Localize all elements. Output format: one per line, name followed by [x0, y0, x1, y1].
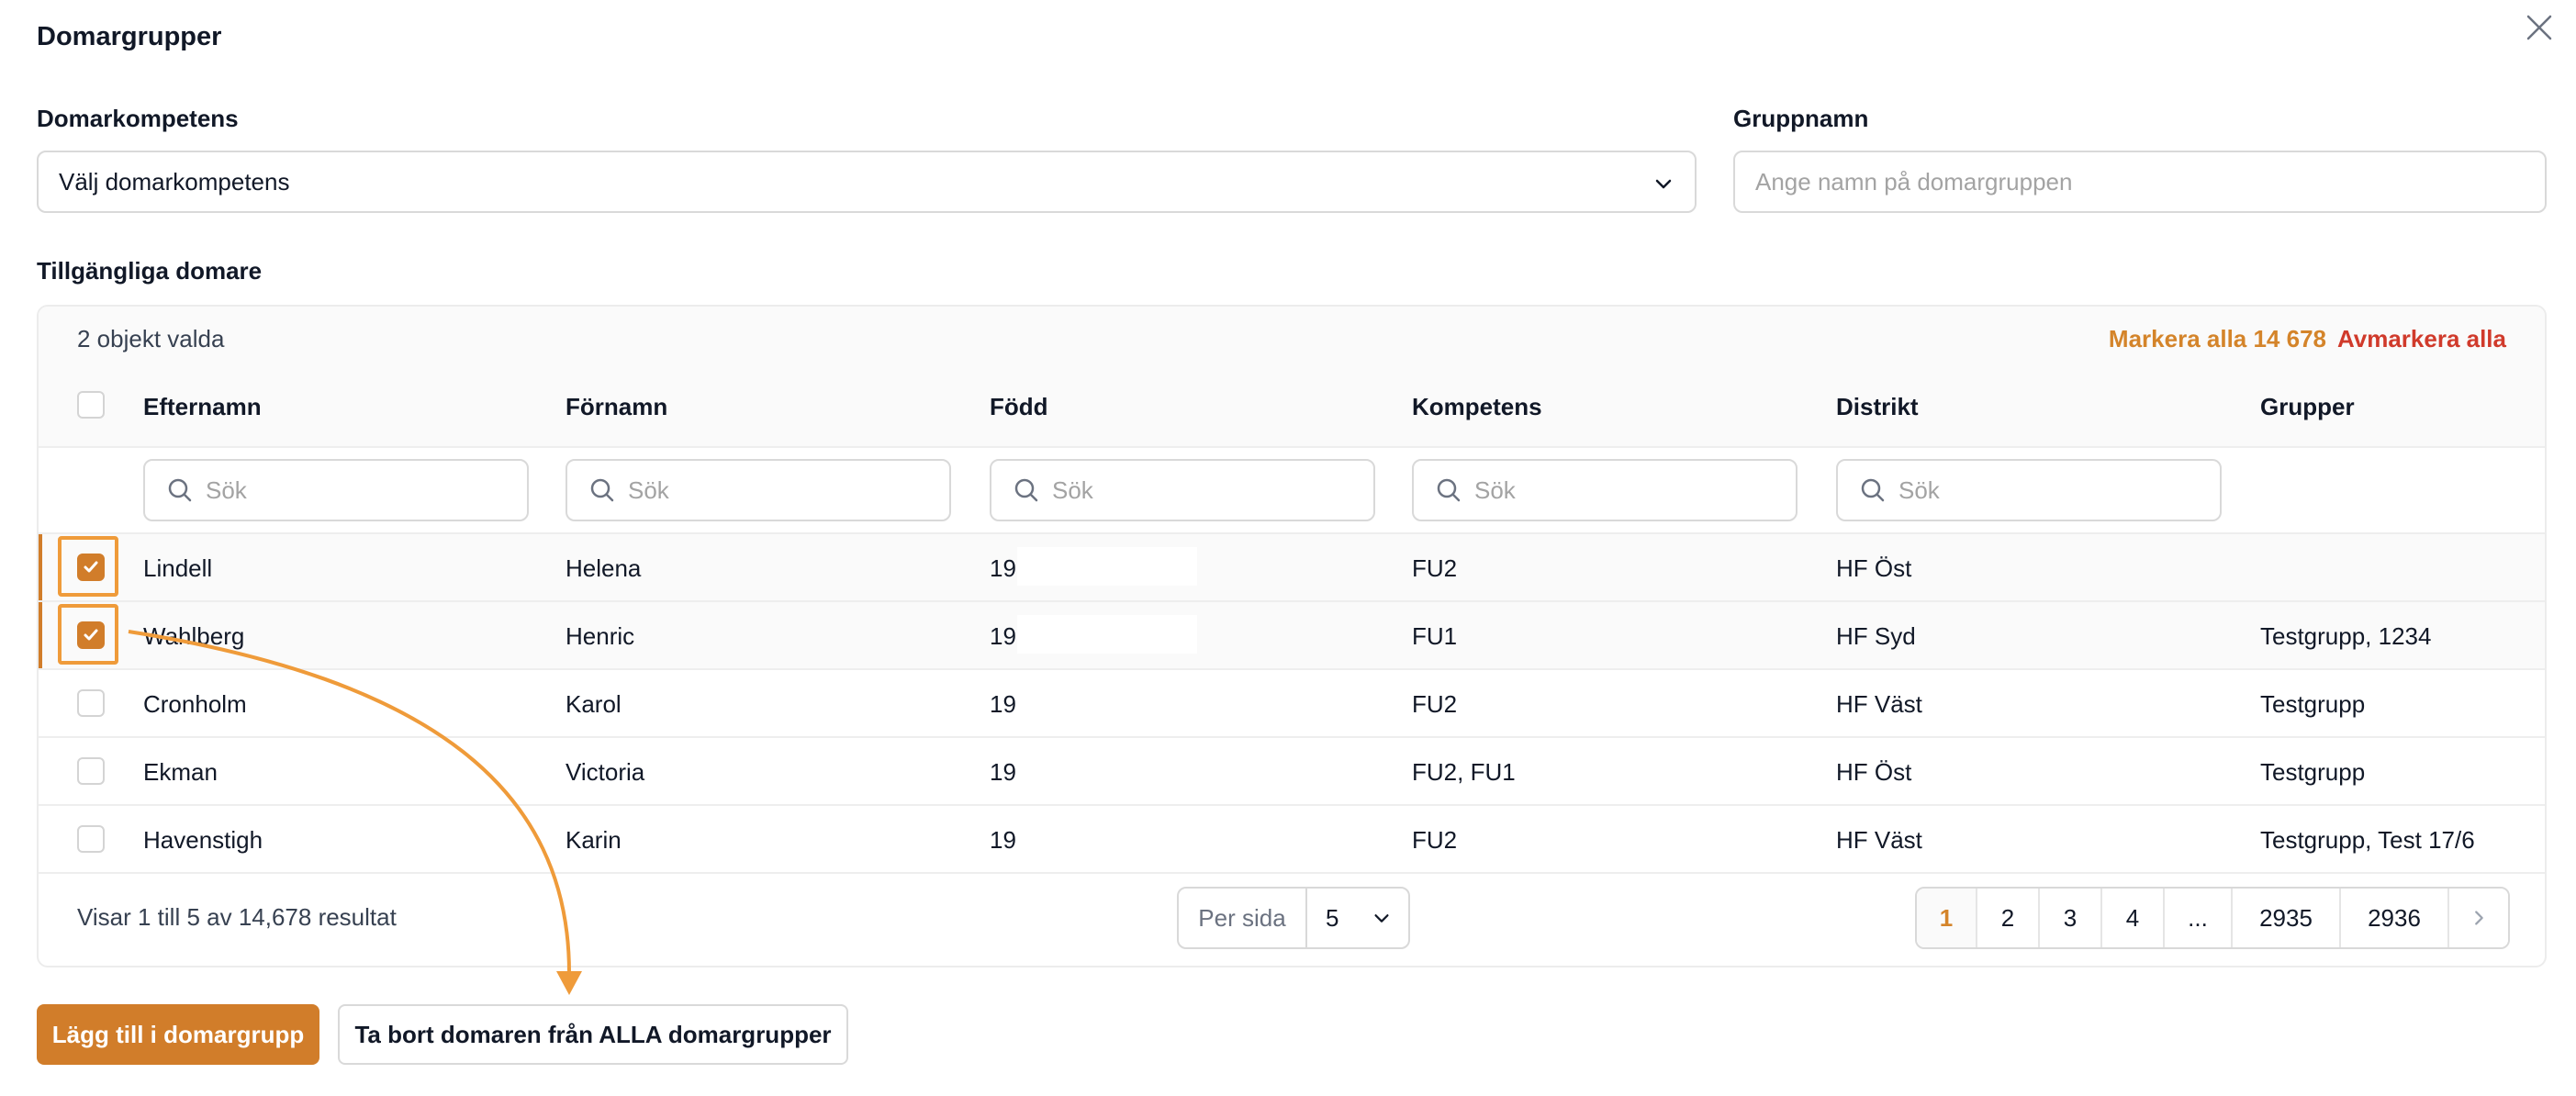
- row-checkbox[interactable]: [77, 689, 105, 717]
- deselect-all-link[interactable]: Avmarkera alla: [2337, 325, 2506, 353]
- header-divider: [39, 446, 2545, 448]
- table-row[interactable]: Wahlberg Henric 19 FU1 HF Syd Testgrupp,…: [39, 602, 2545, 668]
- cell-efternamn: Lindell: [143, 554, 213, 582]
- cell-fodd: 19: [990, 826, 1016, 854]
- cell-fodd: 19: [990, 622, 1016, 650]
- search-efternamn[interactable]: [143, 459, 529, 521]
- column-header-fornamn[interactable]: Förnamn: [566, 393, 667, 421]
- column-header-distrikt[interactable]: Distrikt: [1836, 393, 1919, 421]
- search-icon: [168, 478, 192, 502]
- search-icon: [590, 478, 614, 502]
- search-icon: [1437, 478, 1461, 502]
- cell-kompetens: FU2: [1412, 554, 1458, 582]
- search-kompetens[interactable]: [1412, 459, 1798, 521]
- remove-from-all-groups-button[interactable]: Ta bort domaren från ALLA domargrupper: [338, 1004, 848, 1065]
- row-checkbox[interactable]: [77, 757, 105, 785]
- available-referees-label: Tillgängliga domare: [37, 257, 263, 285]
- group-name-label: Gruppnamn: [1733, 105, 1869, 132]
- cell-fornamn: Victoria: [566, 758, 645, 786]
- referees-table: 2 objekt valda Markera alla 14 678 Avmar…: [37, 305, 2547, 967]
- group-name-input[interactable]: [1733, 151, 2547, 213]
- per-page-select[interactable]: 5: [1307, 889, 1408, 947]
- cell-fodd: 19: [990, 758, 1016, 786]
- column-header-grupper[interactable]: Grupper: [2260, 393, 2355, 421]
- chevron-down-icon: [1655, 179, 1672, 189]
- next-page-button[interactable]: [2449, 889, 2508, 947]
- search-fornamn[interactable]: [566, 459, 951, 521]
- cell-fornamn: Henric: [566, 622, 635, 650]
- highlight-box: [58, 604, 118, 665]
- per-page-label: Per sida: [1179, 889, 1307, 947]
- column-header-kompetens[interactable]: Kompetens: [1412, 393, 1542, 421]
- result-summary: Visar 1 till 5 av 14,678 resultat: [77, 903, 397, 931]
- cell-distrikt: HF Väst: [1836, 690, 1922, 718]
- table-row[interactable]: Lindell Helena 19 FU2 HF Öst: [39, 534, 2545, 600]
- modal-title: Domargrupper: [37, 22, 222, 51]
- footer-divider: [39, 872, 2545, 874]
- page-button-2936[interactable]: 2936: [2341, 889, 2449, 947]
- per-page-control: Per sida 5: [1177, 887, 1410, 949]
- cell-kompetens: FU2: [1412, 690, 1458, 718]
- page-button-1[interactable]: 1: [1917, 889, 1977, 947]
- pagination: 1 2 3 4 ... 2935 2936: [1915, 887, 2510, 949]
- search-icon: [1014, 478, 1038, 502]
- search-fodd-input[interactable]: [1052, 475, 1355, 505]
- competence-label: Domarkompetens: [37, 105, 239, 132]
- cell-fodd: 19: [990, 690, 1016, 718]
- cell-efternamn: Havenstigh: [143, 826, 263, 854]
- per-page-value: 5: [1326, 903, 1339, 932]
- highlight-box: [58, 536, 118, 597]
- cell-distrikt: HF Väst: [1836, 826, 1922, 854]
- cell-grupper: Testgrupp, Test 17/6: [2260, 826, 2475, 854]
- cell-distrikt: HF Öst: [1836, 758, 1912, 786]
- competence-select[interactable]: Välj domarkompetens: [37, 151, 1697, 213]
- table-row[interactable]: Havenstigh Karin 19 FU2 HF Väst Testgrup…: [39, 806, 2545, 872]
- cell-fodd: 19: [990, 554, 1016, 582]
- column-header-efternamn[interactable]: Efternamn: [143, 393, 262, 421]
- cell-efternamn: Wahlberg: [143, 622, 245, 650]
- cell-efternamn: Ekman: [143, 758, 218, 786]
- header-checkbox[interactable]: [77, 391, 105, 419]
- search-icon: [1861, 478, 1885, 502]
- row-checkbox[interactable]: [77, 825, 105, 853]
- search-distrikt-input[interactable]: [1898, 475, 2201, 505]
- close-icon: [2526, 15, 2552, 40]
- search-efternamn-input[interactable]: [206, 475, 509, 505]
- search-fodd[interactable]: [990, 459, 1375, 521]
- competence-select-value: Välj domarkompetens: [59, 167, 290, 196]
- cell-efternamn: Cronholm: [143, 690, 247, 718]
- selected-count: 2 objekt valda: [77, 325, 225, 352]
- cell-fornamn: Karin: [566, 826, 622, 854]
- table-row[interactable]: Ekman Victoria 19 FU2, FU1 HF Öst Testgr…: [39, 738, 2545, 804]
- search-distrikt[interactable]: [1836, 459, 2222, 521]
- page-button-3[interactable]: 3: [2040, 889, 2102, 947]
- cell-kompetens: FU2: [1412, 826, 1458, 854]
- cell-kompetens: FU1: [1412, 622, 1458, 650]
- chevron-right-icon: [2475, 911, 2483, 925]
- cell-grupper: Testgrupp: [2260, 758, 2366, 786]
- page-ellipsis: ...: [2165, 889, 2233, 947]
- cell-grupper: Testgrupp: [2260, 690, 2366, 718]
- column-header-fodd[interactable]: Född: [990, 393, 1048, 421]
- redacted-block: [1017, 615, 1197, 654]
- cell-fornamn: Helena: [566, 554, 642, 582]
- selection-bar: [39, 602, 42, 668]
- page-button-4[interactable]: 4: [2102, 889, 2165, 947]
- table-row[interactable]: Cronholm Karol 19 FU2 HF Väst Testgrupp: [39, 670, 2545, 736]
- select-all-link[interactable]: Markera alla 14 678: [2109, 325, 2326, 353]
- redacted-block: [1017, 547, 1197, 586]
- cell-distrikt: HF Öst: [1836, 554, 1912, 582]
- search-kompetens-input[interactable]: [1474, 475, 1777, 505]
- add-to-group-button[interactable]: Lägg till i domargrupp: [37, 1004, 319, 1065]
- search-fornamn-input[interactable]: [628, 475, 931, 505]
- page-button-2935[interactable]: 2935: [2233, 889, 2341, 947]
- cell-fornamn: Karol: [566, 690, 622, 718]
- cell-distrikt: HF Syd: [1836, 622, 1916, 650]
- cell-grupper: Testgrupp, 1234: [2260, 622, 2432, 650]
- selection-bar: [39, 534, 42, 600]
- chevron-down-icon: [1374, 914, 1389, 923]
- page-button-2[interactable]: 2: [1977, 889, 2040, 947]
- close-button[interactable]: [2521, 9, 2558, 46]
- cell-kompetens: FU2, FU1: [1412, 758, 1516, 786]
